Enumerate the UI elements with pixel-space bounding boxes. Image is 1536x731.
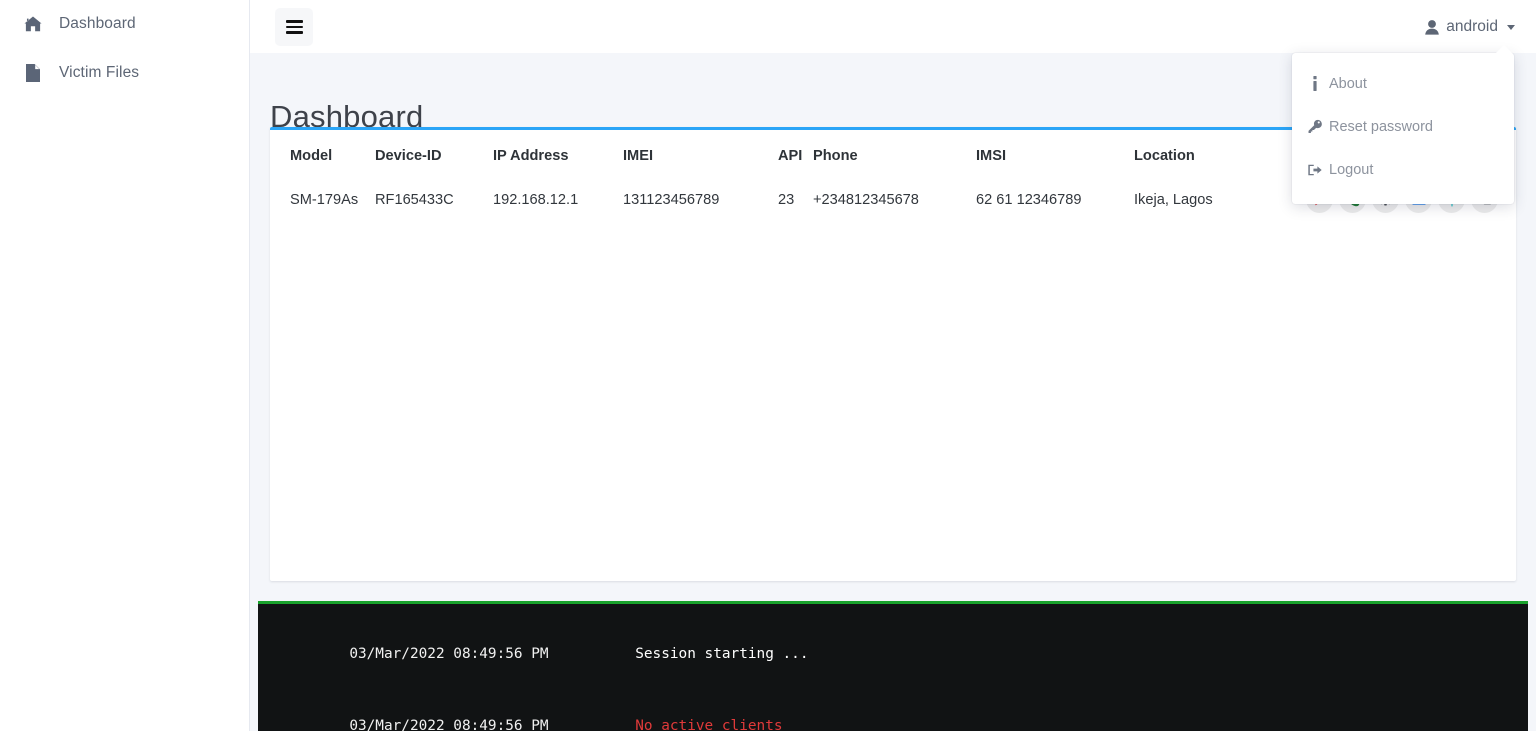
log-timestamp: 03/Mar/2022 08:49:56 PM: [349, 718, 549, 731]
dropdown-item-reset-password[interactable]: Reset password: [1292, 105, 1514, 148]
cell-phone: +234812345678: [813, 191, 919, 208]
sidebar-item-label: Victim Files: [59, 64, 140, 81]
caret-down-icon: [1507, 24, 1515, 30]
cell-imei: 131123456789: [623, 191, 720, 208]
dropdown-item-label: About: [1329, 75, 1367, 92]
console-log-line: 03/Mar/2022 08:49:56 PM No active client…: [280, 690, 1528, 731]
dropdown-item-label: Reset password: [1329, 118, 1433, 135]
column-header-phone: Phone: [813, 148, 858, 164]
app-root: Dashboard Victim Files android About Res…: [0, 0, 1536, 731]
hamburger-icon: [285, 17, 303, 37]
info-icon: [1308, 76, 1322, 91]
console-log-line: 03/Mar/2022 08:49:56 PM Session starting…: [280, 618, 1528, 690]
cell-api: 23: [778, 191, 795, 208]
sidebar-item-label: Dashboard: [59, 15, 136, 32]
log-timestamp: 03/Mar/2022 08:49:56 PM: [349, 646, 549, 662]
sidebar-item-dashboard[interactable]: Dashboard: [0, 0, 249, 48]
sidebar-item-victim-files[interactable]: Victim Files: [0, 49, 249, 97]
key-icon: [1308, 119, 1322, 134]
console-log-panel: 03/Mar/2022 08:49:56 PM Session starting…: [258, 601, 1528, 731]
file-icon: [24, 64, 42, 82]
sidebar: Dashboard Victim Files: [0, 0, 250, 731]
dropdown-item-about[interactable]: About: [1292, 62, 1514, 105]
cell-device-id: RF165433C: [375, 191, 454, 208]
column-header-imei: IMEI: [623, 148, 653, 164]
top-navbar: android: [250, 0, 1536, 53]
user-menu-toggle[interactable]: android: [1425, 12, 1515, 42]
log-message: Session starting ...: [635, 646, 809, 662]
sign-out-icon: [1308, 163, 1322, 177]
user-dropdown-menu: About Reset password Logout: [1292, 45, 1514, 204]
home-icon: [24, 15, 42, 33]
cell-location: Ikeja, Lagos: [1134, 191, 1213, 208]
sidebar-toggle-button[interactable]: [275, 8, 313, 46]
cell-imsi: 62 61 12346789: [976, 191, 1082, 208]
column-header-model: Model: [290, 148, 333, 164]
user-name: android: [1446, 18, 1498, 35]
column-header-ip-address: IP Address: [493, 148, 569, 164]
column-header-imsi: IMSI: [976, 148, 1006, 164]
user-icon: [1425, 19, 1440, 35]
column-header-device-id: Device-ID: [375, 148, 442, 164]
log-message: No active clients: [635, 718, 783, 731]
dropdown-item-label: Logout: [1329, 161, 1374, 178]
dropdown-item-logout[interactable]: Logout: [1292, 148, 1514, 191]
column-header-api: API: [778, 148, 803, 164]
cell-model: SM-179As: [290, 191, 359, 208]
column-header-location: Location: [1134, 148, 1195, 164]
cell-ip-address: 192.168.12.1: [493, 191, 579, 208]
